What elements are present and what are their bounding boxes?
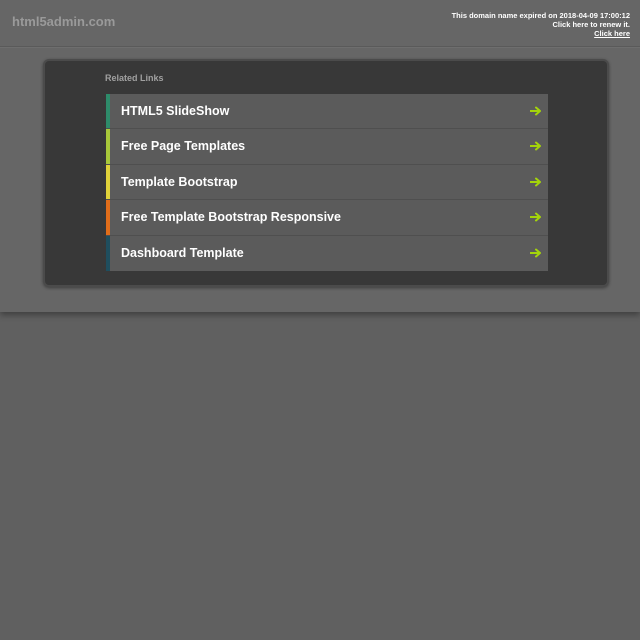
header: html5admin.com This domain name expired … — [0, 0, 640, 47]
related-links-panel: Related Links HTML5 SlideShow Free Page … — [43, 59, 609, 287]
page: html5admin.com This domain name expired … — [0, 0, 640, 640]
related-link-html5-slideshow[interactable]: HTML5 SlideShow — [106, 94, 548, 130]
accent-bar — [106, 235, 110, 271]
arrow-right-icon — [530, 212, 541, 222]
top-band: html5admin.com This domain name expired … — [0, 0, 640, 312]
arrow-right-icon — [530, 106, 541, 116]
click-here-link[interactable]: Click here — [594, 29, 630, 38]
link-label: Template Bootstrap — [121, 174, 238, 189]
expiry-notice-text: This domain name expired on 2018-04-09 1… — [451, 11, 630, 20]
arrow-right-icon — [530, 177, 541, 187]
related-link-dashboard-template[interactable]: Dashboard Template — [106, 235, 548, 271]
link-label: Free Page Templates — [121, 139, 246, 154]
arrow-right-icon — [530, 141, 541, 151]
site-name[interactable]: html5admin.com — [12, 14, 115, 29]
related-link-free-template-bootstrap-responsive[interactable]: Free Template Bootstrap Responsive — [106, 200, 548, 236]
related-link-template-bootstrap[interactable]: Template Bootstrap — [106, 164, 548, 201]
arrow-right-icon — [530, 248, 541, 258]
link-label: HTML5 SlideShow — [121, 104, 230, 118]
accent-bar — [106, 200, 110, 235]
related-links-title: Related Links — [105, 73, 164, 83]
link-label: Dashboard Template — [121, 245, 244, 260]
accent-bar — [106, 129, 110, 164]
accent-bar — [106, 164, 110, 200]
accent-bar — [106, 94, 110, 129]
related-links-list: HTML5 SlideShow Free Page Templates Temp… — [106, 94, 548, 271]
renew-text: Click here to renew it. — [552, 20, 630, 29]
link-label: Free Template Bootstrap Responsive — [121, 210, 341, 225]
related-link-free-page-templates[interactable]: Free Page Templates — [106, 129, 548, 165]
expiry-notice: This domain name expired on 2018-04-09 1… — [452, 11, 630, 38]
